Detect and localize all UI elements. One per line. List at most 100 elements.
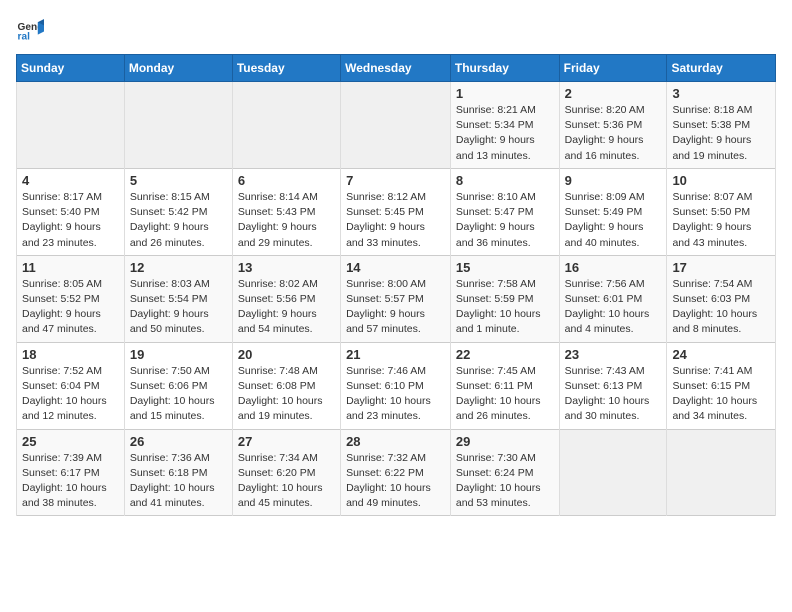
day-number: 17	[672, 260, 770, 275]
day-info: Sunrise: 8:15 AM Sunset: 5:42 PM Dayligh…	[130, 190, 227, 251]
day-number: 20	[238, 347, 335, 362]
day-number: 14	[346, 260, 445, 275]
day-info: Sunrise: 8:14 AM Sunset: 5:43 PM Dayligh…	[238, 190, 335, 251]
day-number: 16	[565, 260, 662, 275]
calendar-cell: 23 Sunrise: 7:43 AM Sunset: 6:13 PM Dayli…	[559, 342, 667, 429]
day-info: Sunrise: 7:30 AM Sunset: 6:24 PM Dayligh…	[456, 451, 554, 512]
day-number: 9	[565, 173, 662, 188]
calendar-cell	[667, 429, 776, 516]
col-saturday: Saturday	[667, 55, 776, 82]
day-info: Sunrise: 8:09 AM Sunset: 5:49 PM Dayligh…	[565, 190, 662, 251]
col-tuesday: Tuesday	[232, 55, 340, 82]
calendar-cell: 3 Sunrise: 8:18 AM Sunset: 5:38 PM Daylig…	[667, 82, 776, 169]
day-info: Sunrise: 8:02 AM Sunset: 5:56 PM Dayligh…	[238, 277, 335, 338]
day-number: 13	[238, 260, 335, 275]
day-info: Sunrise: 7:39 AM Sunset: 6:17 PM Dayligh…	[22, 451, 119, 512]
calendar-cell: 12 Sunrise: 8:03 AM Sunset: 5:54 PM Dayli…	[124, 255, 232, 342]
day-number: 18	[22, 347, 119, 362]
calendar-cell: 13 Sunrise: 8:02 AM Sunset: 5:56 PM Dayli…	[232, 255, 340, 342]
day-number: 4	[22, 173, 119, 188]
col-monday: Monday	[124, 55, 232, 82]
calendar-cell: 18 Sunrise: 7:52 AM Sunset: 6:04 PM Dayli…	[17, 342, 125, 429]
day-info: Sunrise: 8:21 AM Sunset: 5:34 PM Dayligh…	[456, 103, 554, 164]
calendar-cell: 1 Sunrise: 8:21 AM Sunset: 5:34 PM Daylig…	[450, 82, 559, 169]
day-number: 21	[346, 347, 445, 362]
day-number: 12	[130, 260, 227, 275]
col-wednesday: Wednesday	[341, 55, 451, 82]
calendar-cell: 10 Sunrise: 8:07 AM Sunset: 5:50 PM Dayli…	[667, 168, 776, 255]
calendar-cell: 22Sunrise: 7:45 AM Sunset: 6:11 PM Dayli…	[450, 342, 559, 429]
calendar-cell: 20 Sunrise: 7:48 AM Sunset: 6:08 PM Dayli…	[232, 342, 340, 429]
day-number: 6	[238, 173, 335, 188]
day-number: 24	[672, 347, 770, 362]
day-info: Sunrise: 7:34 AM Sunset: 6:20 PM Dayligh…	[238, 451, 335, 512]
calendar-cell: 16Sunrise: 7:56 AM Sunset: 6:01 PM Dayli…	[559, 255, 667, 342]
day-number: 23	[565, 347, 662, 362]
calendar-cell: 9 Sunrise: 8:09 AM Sunset: 5:49 PM Daylig…	[559, 168, 667, 255]
day-number: 7	[346, 173, 445, 188]
logo: Gene ral	[16, 16, 48, 44]
day-info: Sunrise: 7:58 AM Sunset: 5:59 PM Dayligh…	[456, 277, 554, 338]
svg-text:ral: ral	[18, 31, 31, 42]
week-row-5: 25 Sunrise: 7:39 AM Sunset: 6:17 PM Dayli…	[17, 429, 776, 516]
day-number: 11	[22, 260, 119, 275]
day-info: Sunrise: 7:43 AM Sunset: 6:13 PM Dayligh…	[565, 364, 662, 425]
calendar-cell: 11 Sunrise: 8:05 AM Sunset: 5:52 PM Dayli…	[17, 255, 125, 342]
calendar-cell: 26 Sunrise: 7:36 AM Sunset: 6:18 PM Dayli…	[124, 429, 232, 516]
calendar-cell: 27 Sunrise: 7:34 AM Sunset: 6:20 PM Dayli…	[232, 429, 340, 516]
calendar-cell	[559, 429, 667, 516]
calendar-cell: 4 Sunrise: 8:17 AM Sunset: 5:40 PM Daylig…	[17, 168, 125, 255]
col-sunday: Sunday	[17, 55, 125, 82]
day-number: 26	[130, 434, 227, 449]
calendar-cell: 8 Sunrise: 8:10 AM Sunset: 5:47 PM Daylig…	[450, 168, 559, 255]
week-row-2: 4 Sunrise: 8:17 AM Sunset: 5:40 PM Daylig…	[17, 168, 776, 255]
day-info: Sunrise: 8:03 AM Sunset: 5:54 PM Dayligh…	[130, 277, 227, 338]
day-info: Sunrise: 8:12 AM Sunset: 5:45 PM Dayligh…	[346, 190, 445, 251]
day-number: 2	[565, 86, 662, 101]
day-number: 28	[346, 434, 445, 449]
logo-icon: Gene ral	[16, 16, 44, 44]
day-info: Sunrise: 7:32 AM Sunset: 6:22 PM Dayligh…	[346, 451, 445, 512]
calendar-cell: 7 Sunrise: 8:12 AM Sunset: 5:45 PM Daylig…	[341, 168, 451, 255]
calendar-table: Sunday Monday Tuesday Wednesday Thursday…	[16, 54, 776, 516]
calendar-cell: 5 Sunrise: 8:15 AM Sunset: 5:42 PM Daylig…	[124, 168, 232, 255]
day-number: 5	[130, 173, 227, 188]
calendar-cell: 24 Sunrise: 7:41 AM Sunset: 6:15 PM Dayli…	[667, 342, 776, 429]
day-number: 10	[672, 173, 770, 188]
calendar-cell: 25 Sunrise: 7:39 AM Sunset: 6:17 PM Dayli…	[17, 429, 125, 516]
day-info: Sunrise: 8:07 AM Sunset: 5:50 PM Dayligh…	[672, 190, 770, 251]
header-row: Sunday Monday Tuesday Wednesday Thursday…	[17, 55, 776, 82]
day-info: Sunrise: 7:41 AM Sunset: 6:15 PM Dayligh…	[672, 364, 770, 425]
day-number: 29	[456, 434, 554, 449]
day-info: Sunrise: 8:18 AM Sunset: 5:38 PM Dayligh…	[672, 103, 770, 164]
calendar-cell: 2 Sunrise: 8:20 AM Sunset: 5:36 PM Daylig…	[559, 82, 667, 169]
day-info: Sunrise: 8:00 AM Sunset: 5:57 PM Dayligh…	[346, 277, 445, 338]
calendar-cell	[232, 82, 340, 169]
day-info: Sunrise: 7:36 AM Sunset: 6:18 PM Dayligh…	[130, 451, 227, 512]
day-info: Sunrise: 8:10 AM Sunset: 5:47 PM Dayligh…	[456, 190, 554, 251]
day-info: Sunrise: 8:05 AM Sunset: 5:52 PM Dayligh…	[22, 277, 119, 338]
day-number: 1	[456, 86, 554, 101]
day-number: 3	[672, 86, 770, 101]
day-number: 19	[130, 347, 227, 362]
calendar-cell	[124, 82, 232, 169]
day-number: 15	[456, 260, 554, 275]
day-info: Sunrise: 7:48 AM Sunset: 6:08 PM Dayligh…	[238, 364, 335, 425]
page-header: Gene ral	[16, 16, 776, 44]
week-row-3: 11 Sunrise: 8:05 AM Sunset: 5:52 PM Dayli…	[17, 255, 776, 342]
day-info: Sunrise: 7:45 AM Sunset: 6:11 PM Dayligh…	[456, 364, 554, 425]
col-thursday: Thursday	[450, 55, 559, 82]
calendar-cell: 17Sunrise: 7:54 AM Sunset: 6:03 PM Dayli…	[667, 255, 776, 342]
day-number: 8	[456, 173, 554, 188]
day-info: Sunrise: 7:46 AM Sunset: 6:10 PM Dayligh…	[346, 364, 445, 425]
day-info: Sunrise: 8:20 AM Sunset: 5:36 PM Dayligh…	[565, 103, 662, 164]
calendar-cell: 14 Sunrise: 8:00 AM Sunset: 5:57 PM Dayli…	[341, 255, 451, 342]
day-info: Sunrise: 7:52 AM Sunset: 6:04 PM Dayligh…	[22, 364, 119, 425]
week-row-1: 1 Sunrise: 8:21 AM Sunset: 5:34 PM Daylig…	[17, 82, 776, 169]
day-info: Sunrise: 8:17 AM Sunset: 5:40 PM Dayligh…	[22, 190, 119, 251]
day-number: 25	[22, 434, 119, 449]
day-number: 27	[238, 434, 335, 449]
calendar-cell: 19Sunrise: 7:50 AM Sunset: 6:06 PM Dayli…	[124, 342, 232, 429]
week-row-4: 18 Sunrise: 7:52 AM Sunset: 6:04 PM Dayli…	[17, 342, 776, 429]
calendar-cell: 21 Sunrise: 7:46 AM Sunset: 6:10 PM Dayli…	[341, 342, 451, 429]
